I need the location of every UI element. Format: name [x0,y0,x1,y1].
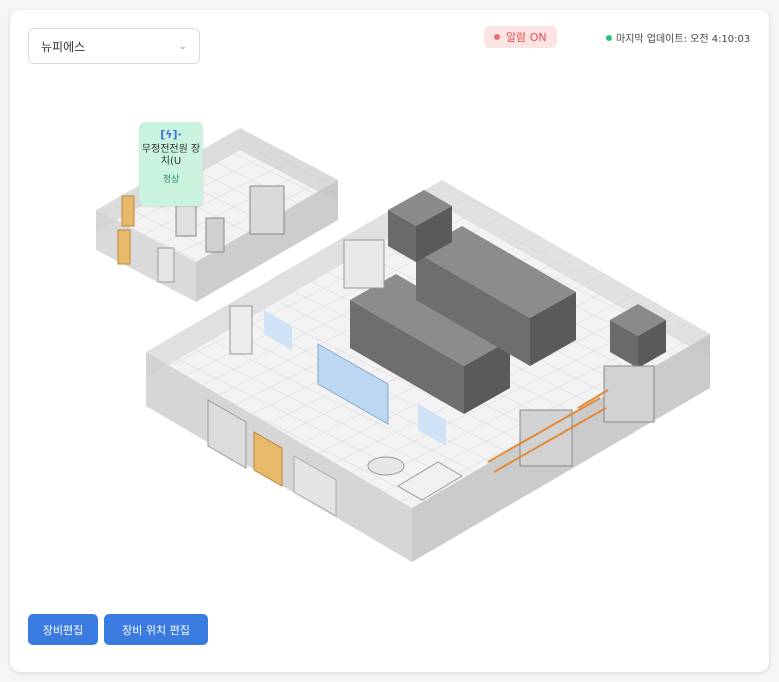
cabinet [157,247,175,283]
ups-unit [205,217,225,253]
ups-tooltip[interactable]: [ϟ]· 무정전전원 장치(U 정상 [139,122,203,206]
ups-name: 무정전전원 장치(U [141,144,201,167]
ups-unit [249,185,285,235]
power-icon: [ϟ]· [160,128,182,141]
door [121,195,135,227]
floor-plan-3d [96,128,710,562]
edit-equipment-button[interactable]: 장비편집 [28,614,98,645]
ups-status: 정상 [162,175,180,185]
door [117,229,131,265]
edit-location-button[interactable]: 장비 위치 편집 [104,614,208,645]
